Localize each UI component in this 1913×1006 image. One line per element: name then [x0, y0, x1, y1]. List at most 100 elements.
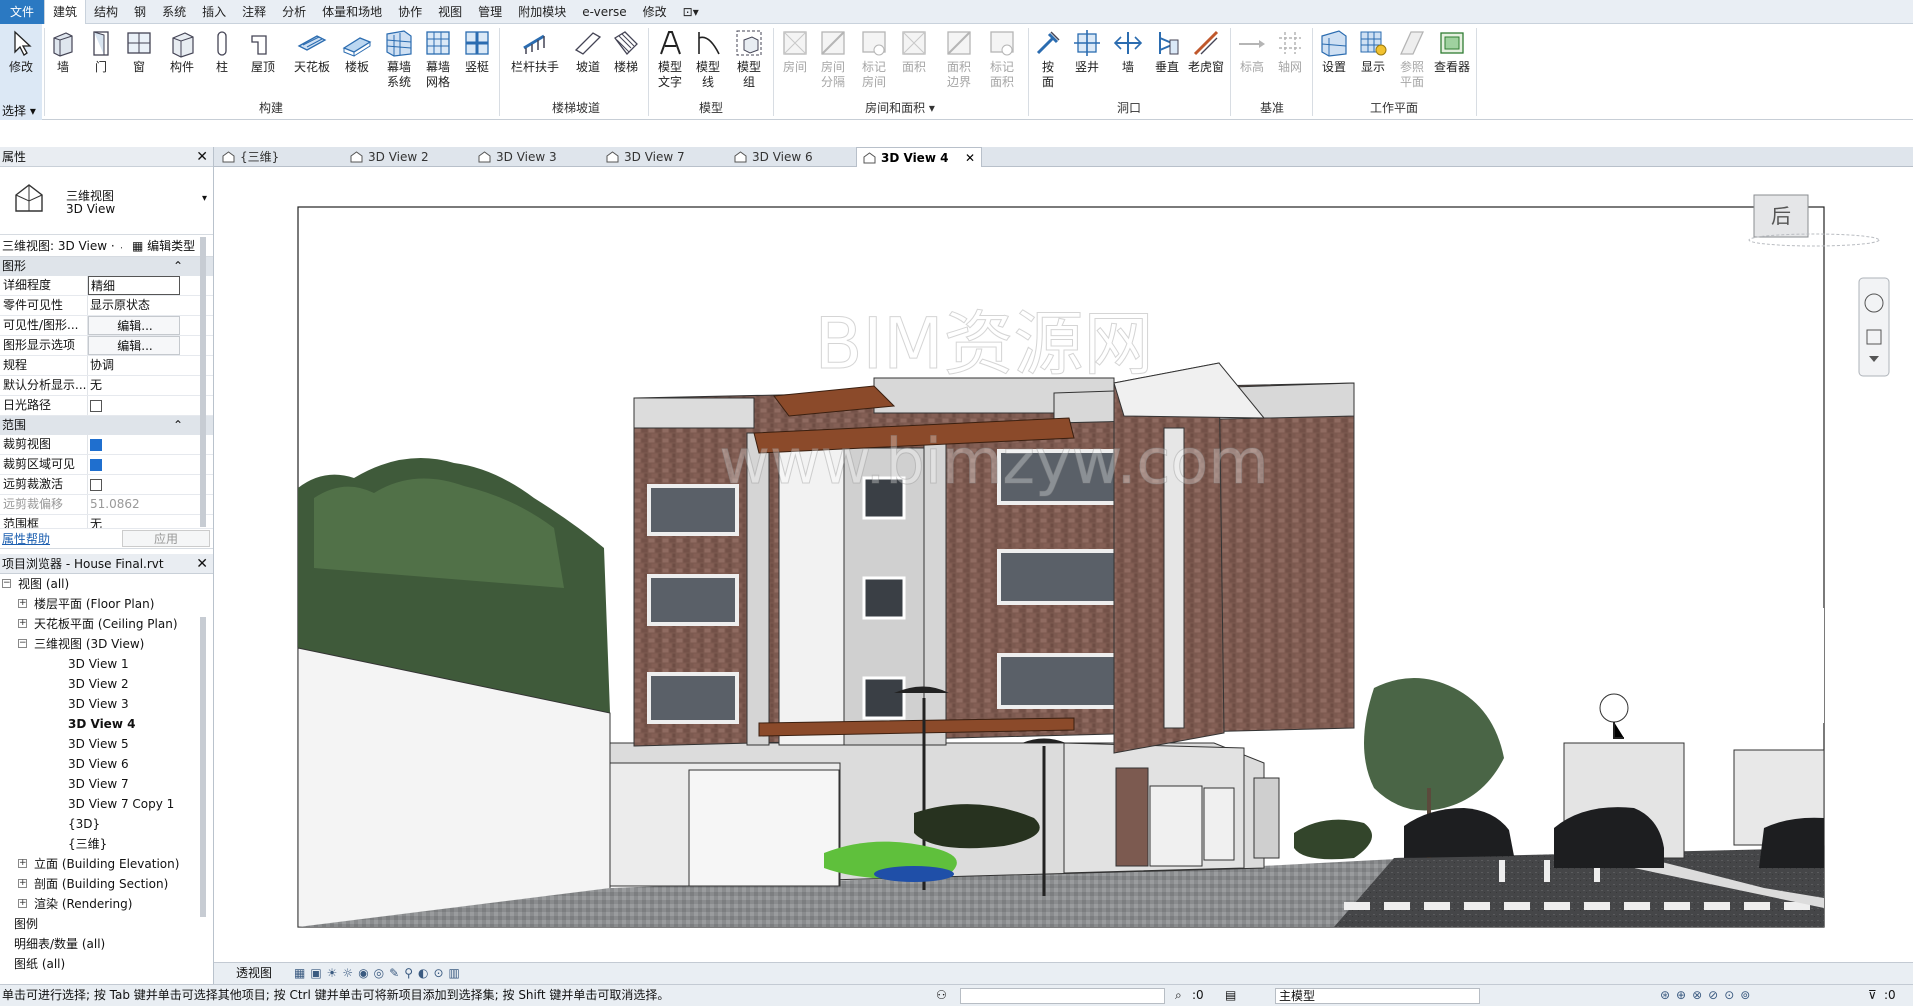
show-workplane-button[interactable]: 显示 [1355, 28, 1391, 75]
menu-tab-manage[interactable]: 管理 [470, 0, 510, 24]
model-line-button[interactable]: 模型 线 [690, 28, 726, 90]
set-workplane-button[interactable]: 设置 [1316, 28, 1352, 75]
browser-item[interactable]: {三维} [0, 834, 213, 854]
prop-row-crop-visible[interactable]: 裁剪区域可见 [0, 455, 213, 475]
prop-row-far-clip[interactable]: 远剪裁激活 [0, 475, 213, 495]
expand-toggle-icon[interactable]: + [18, 859, 27, 868]
menu-tab-everse[interactable]: e-verse [574, 0, 634, 24]
menu-tab-massing[interactable]: 体量和场地 [314, 0, 390, 24]
view-tab[interactable]: 3D View 6 [728, 147, 850, 167]
area-button[interactable]: 面积 [896, 28, 932, 75]
menu-tab-structure[interactable]: 结构 [86, 0, 126, 24]
worksharing-icon[interactable]: ⚇ [936, 985, 947, 1006]
curtain-grid-button[interactable]: 幕墙 网格 [419, 28, 457, 90]
menu-tab-systems[interactable]: 系统 [154, 0, 194, 24]
edit-request-icon[interactable]: ⌕ [1175, 985, 1182, 1006]
room-button[interactable]: 房间 [777, 28, 813, 75]
door-button[interactable]: 门 [83, 28, 119, 75]
view-tab[interactable]: 3D View 3 [472, 147, 594, 167]
menu-tab-annotate[interactable]: 注释 [234, 0, 274, 24]
window-button[interactable]: 窗 [121, 28, 157, 75]
selection-filter-icons[interactable]: ⊛⊕⊗⊘⊙⊚ [1660, 985, 1756, 1006]
prop-value[interactable]: 协调 [88, 356, 180, 375]
3d-viewport[interactable]: BIM资源网 www.bimzyw.com 后 [214, 168, 1913, 962]
select-dropdown[interactable]: 选择 ▾ [2, 102, 36, 119]
menu-tab-architecture[interactable]: 建筑 [44, 0, 87, 24]
railing-button[interactable]: 栏杆扶手 [506, 28, 564, 75]
expand-toggle-icon[interactable]: + [18, 599, 27, 608]
instance-filter-dropdown[interactable]: 三维视图: 3D View · ⌄ [2, 235, 122, 257]
browser-item[interactable]: 3D View 7 Copy 1 [0, 794, 213, 814]
expand-toggle-icon[interactable]: + [18, 619, 27, 628]
collapse-toggle-icon[interactable]: − [18, 639, 27, 648]
3d-scene[interactable]: BIM资源网 www.bimzyw.com 后 [214, 168, 1913, 962]
crop-visible-checkbox[interactable] [90, 459, 102, 471]
design-options-icon[interactable]: ▤ [1225, 985, 1236, 1006]
prop-row-far-clip-offset[interactable]: 远剪裁偏移 51.0862 [0, 495, 213, 515]
edit-graphic-display-button[interactable]: 编辑... [88, 336, 180, 355]
expand-toggle-icon[interactable]: + [18, 899, 27, 908]
prop-value[interactable]: 无 [88, 515, 180, 528]
browser-item[interactable]: + 天花板平面 (Ceiling Plan) [0, 614, 213, 634]
prop-row-detail-level[interactable]: 详细程度 精细 [0, 276, 213, 296]
section-extents[interactable]: 范围 ⌃ [0, 416, 213, 435]
floor-button[interactable]: 楼板 [339, 28, 375, 75]
view-tab[interactable]: {三维} [216, 147, 338, 167]
prop-row-graphic-display[interactable]: 图形显示选项 编辑... [0, 336, 213, 356]
apply-button[interactable]: 应用 [122, 530, 210, 547]
grid-button[interactable]: 轴网 [1272, 28, 1308, 75]
menu-tab-steel[interactable]: 钢 [126, 0, 154, 24]
mullion-button[interactable]: 竖梃 [458, 28, 496, 75]
area-boundary-button[interactable]: 面积 边界 [941, 28, 977, 90]
design-option-dropdown[interactable]: 主模型 [1275, 988, 1480, 1004]
properties-scrollbar[interactable] [200, 237, 206, 527]
browser-item[interactable]: 3D View 2 [0, 674, 213, 694]
browser-item[interactable]: 3D View 1 [0, 654, 213, 674]
browser-item[interactable]: 3D View 7 [0, 774, 213, 794]
properties-close-icon[interactable]: ✕ [196, 147, 208, 167]
curtain-system-button[interactable]: 幕墙 系统 [380, 28, 418, 90]
browser-item[interactable]: 3D View 6 [0, 754, 213, 774]
prop-row-analysis-display[interactable]: 默认分析显示... 无 [0, 376, 213, 396]
room-separator-button[interactable]: 房间 分隔 [815, 28, 851, 90]
modify-button[interactable]: 修改 [2, 28, 40, 75]
collapse-toggle-icon[interactable]: − [2, 579, 11, 588]
menu-extra-dropdown[interactable]: ⊡▾ [675, 0, 707, 24]
browser-item[interactable]: − 三维视图 (3D View) [0, 634, 213, 654]
tag-area-button[interactable]: 标记 面积 [984, 28, 1020, 90]
menu-file[interactable]: 文件 [0, 0, 45, 24]
prop-row-parts-visibility[interactable]: 零件可见性 显示原状态 [0, 296, 213, 316]
properties-help-link[interactable]: 属性帮助 [2, 529, 50, 549]
wall-button[interactable]: 墙 [45, 28, 81, 75]
close-tab-icon[interactable]: ✕ [965, 148, 975, 168]
component-button[interactable]: 构件 [162, 28, 202, 75]
prop-value[interactable]: 显示原状态 [88, 296, 180, 315]
prop-row-visibility-graphics[interactable]: 可见性/图形... 编辑... [0, 316, 213, 336]
menu-tab-collaborate[interactable]: 协作 [390, 0, 430, 24]
prop-row-sun-path[interactable]: 日光路径 [0, 396, 213, 416]
filter-icon[interactable]: ⊽ [1868, 985, 1877, 1006]
prop-row-discipline[interactable]: 规程 协调 [0, 356, 213, 376]
browser-scrollbar[interactable] [200, 617, 206, 917]
ref-plane-button[interactable]: 参照 平面 [1394, 28, 1430, 90]
prop-value-detail-level[interactable]: 精细 [88, 276, 180, 295]
stair-button[interactable]: 楼梯 [608, 28, 644, 75]
menu-tab-view[interactable]: 视图 [430, 0, 470, 24]
menu-tab-modify[interactable]: 修改 [635, 0, 675, 24]
prop-row-crop-view[interactable]: 裁剪视图 [0, 435, 213, 455]
menu-tab-addins[interactable]: 附加模块 [510, 0, 574, 24]
edit-visibility-button[interactable]: 编辑... [88, 316, 180, 335]
ceiling-button[interactable]: 天花板 [290, 28, 334, 75]
level-button[interactable]: 标高 [1234, 28, 1270, 75]
vertical-opening-button[interactable]: 垂直 [1149, 28, 1185, 75]
shaft-button[interactable]: 竖井 [1069, 28, 1105, 75]
sun-path-checkbox[interactable] [90, 400, 102, 412]
expand-toggle-icon[interactable]: + [18, 879, 27, 888]
browser-item[interactable]: 3D View 4 [0, 714, 213, 734]
browser-close-icon[interactable]: ✕ [196, 554, 208, 574]
menu-tab-insert[interactable]: 插入 [194, 0, 234, 24]
column-button[interactable]: 柱 [206, 28, 238, 75]
edit-type-button[interactable]: ▦ 编辑类型 [132, 235, 195, 257]
browser-item[interactable]: {3D} [0, 814, 213, 834]
view-control-icons[interactable]: ▦▣☀☼◉◎✎⚲◐⊙▥ [294, 963, 465, 984]
